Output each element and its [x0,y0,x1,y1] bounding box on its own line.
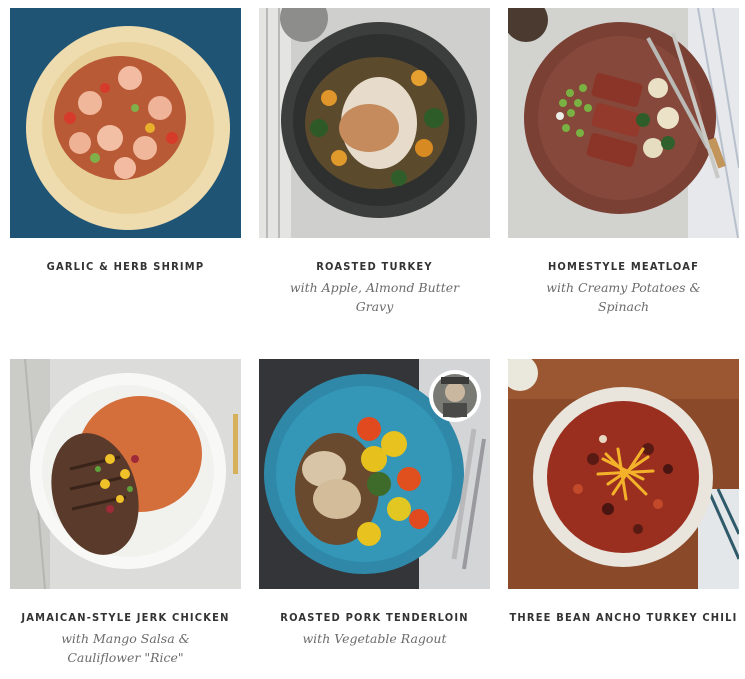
meal-title[interactable]: GARLIC & HERB SHRIMP [10,260,241,273]
meal-title[interactable]: ROASTED PORK TENDERLOIN [259,611,490,624]
meal-title[interactable]: HOMESTYLE MEATLOAF [508,260,739,273]
meal-subtitle: with Mango Salsa & Cauliflower "Rice" [61,631,190,665]
meal-subtitle: with Apple, Almond Butter Gravy [289,280,460,314]
meal-photo-shrimp[interactable] [10,8,241,238]
meal-card-garlic-herb-shrimp[interactable]: GARLIC & HERB SHRIMP [10,8,241,308]
meal-title[interactable]: THREE BEAN ANCHO TURKEY CHILI [508,611,739,624]
meal-photo-jerk-chicken[interactable] [10,359,241,589]
meal-photo-meatloaf[interactable] [508,8,739,238]
meal-subtitle: with Vegetable Ragout [302,631,447,646]
meal-title[interactable]: JAMAICAN-STYLE JERK CHICKEN [10,611,241,624]
meal-photo-pork[interactable] [259,359,490,589]
meal-subtitle: with Creamy Potatoes & Spinach [546,280,701,314]
meal-title[interactable]: ROASTED TURKEY [259,260,490,273]
meal-card-roasted-turkey[interactable]: ROASTED TURKEY with Apple, Almond Butter… [259,8,490,328]
meal-photo-turkey[interactable] [259,8,490,238]
meal-card-roasted-pork[interactable]: ROASTED PORK TENDERLOIN with Vegetable R… [259,359,490,679]
meal-card-jerk-chicken[interactable]: JAMAICAN-STYLE JERK CHICKEN with Mango S… [10,359,241,679]
meal-card-three-bean-chili[interactable]: THREE BEAN ANCHO TURKEY CHILI [508,359,739,659]
meal-photo-chili[interactable] [508,359,739,589]
meal-card-homestyle-meatloaf[interactable]: HOMESTYLE MEATLOAF with Creamy Potatoes … [508,8,739,328]
